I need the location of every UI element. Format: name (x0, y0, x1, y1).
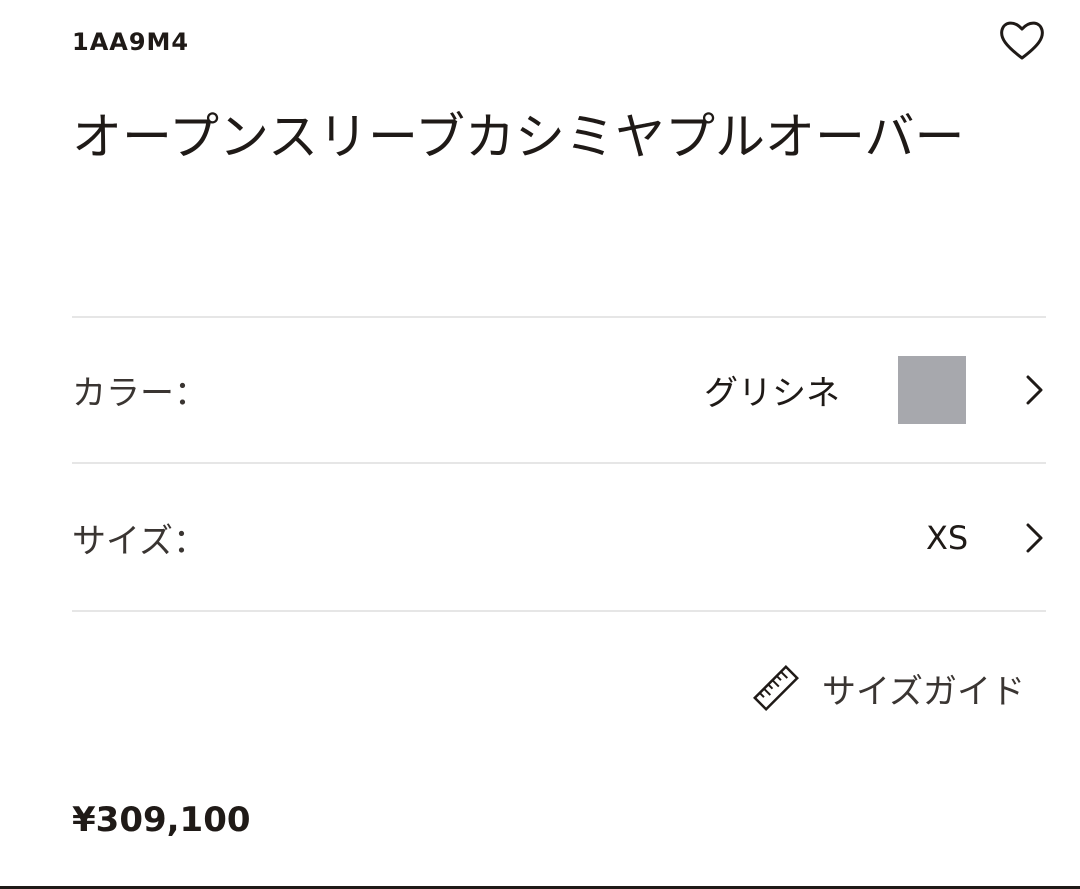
heart-icon (1000, 21, 1044, 60)
color-swatch (898, 356, 966, 424)
product-price: ¥309,100 (72, 800, 251, 840)
color-label: カラー： (72, 373, 208, 414)
ruler-icon (753, 665, 799, 711)
size-value: XS (926, 519, 969, 557)
color-selector[interactable]: カラー： グリシネ (72, 340, 1046, 440)
divider (72, 316, 1046, 318)
chevron-right-icon (1026, 375, 1043, 405)
size-guide-link[interactable]: サイズガイド (752, 660, 1025, 716)
product-title: オープンスリーブカシミヤプルオーバー (72, 108, 965, 166)
wishlist-button[interactable] (996, 16, 1048, 64)
size-selector[interactable]: サイズ： XS (72, 488, 1046, 588)
divider (72, 610, 1046, 612)
product-sku: 1AA9M4 (72, 28, 190, 56)
chevron-right-icon (1026, 523, 1043, 553)
divider (72, 462, 1046, 464)
size-label: サイズ： (72, 521, 207, 562)
color-value: グリシネ (704, 373, 840, 414)
size-guide-label: サイズガイド (822, 671, 1025, 712)
